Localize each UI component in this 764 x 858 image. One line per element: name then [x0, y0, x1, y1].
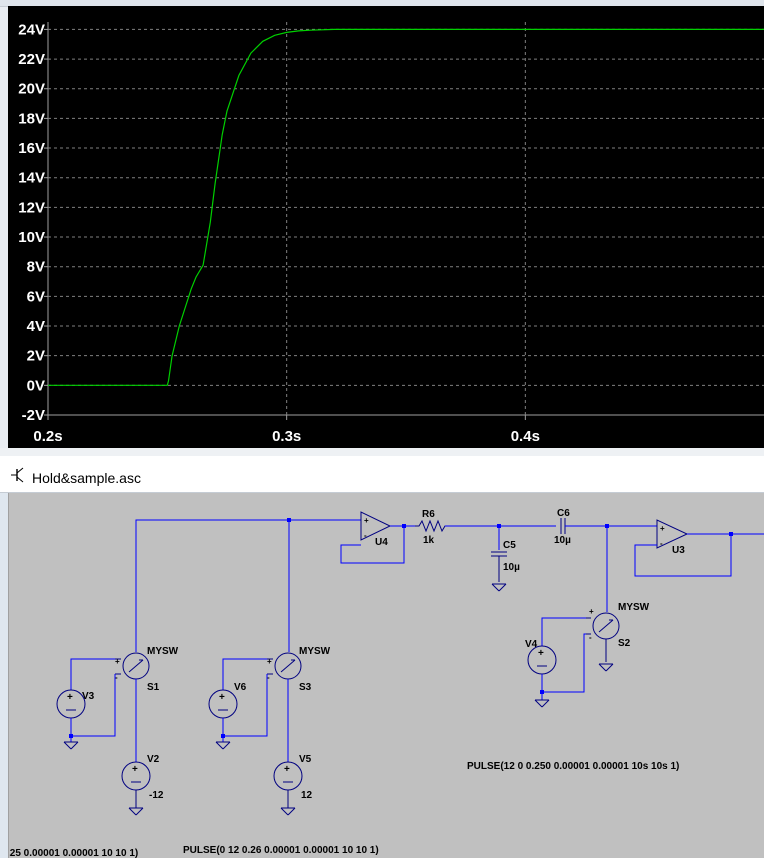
svg-text:-: - — [364, 531, 367, 540]
capacitor-c6[interactable]: C6 10µ — [554, 508, 571, 546]
y-tick-label: 4V — [27, 318, 45, 335]
x-tick-label: 0.2s — [33, 428, 62, 445]
svg-text:+: + — [132, 764, 138, 775]
switch-s1[interactable]: + - MYSW S1 — [115, 646, 179, 762]
v2-label: V2 — [147, 754, 160, 765]
u4-label: U4 — [375, 537, 388, 548]
r6-value: 1k — [423, 535, 435, 546]
source-v4[interactable]: + V4 — [525, 639, 557, 708]
s3-model: MYSW — [299, 646, 331, 657]
svg-text:+: + — [589, 607, 594, 616]
schematic-titlebar[interactable]: Hold&sample.asc — [0, 456, 764, 493]
v4-label: V4 — [525, 639, 538, 650]
pulse-directive-v3[interactable]: .25 0.00001 0.00001 10 10 1) — [8, 848, 138, 858]
pulse-directive-v6[interactable]: PULSE(0 12 0.26 0.00001 0.00001 10 10 1) — [183, 845, 379, 856]
v3-label: V3 — [82, 691, 95, 702]
svg-text:+: + — [267, 657, 272, 666]
y-tick-label: 6V — [27, 288, 45, 305]
s2-label: S2 — [618, 638, 631, 649]
c6-label: C6 — [557, 508, 570, 519]
y-tick-label: 10V — [18, 229, 45, 246]
source-v2[interactable]: + V2 -12 — [121, 754, 164, 816]
switch-s2[interactable]: + - MYSW S2 — [586, 602, 650, 672]
schematic-icon — [11, 467, 24, 483]
v6-label: V6 — [234, 682, 247, 693]
source-v3[interactable]: + V3 — [56, 689, 95, 750]
opamp-u4[interactable]: + - U4 — [360, 511, 392, 548]
c5-value: 10µ — [503, 562, 520, 573]
y-tick-label: 22V — [18, 51, 45, 68]
y-tick-label: 18V — [18, 110, 45, 127]
schematic-title: Hold&sample.asc — [32, 470, 141, 486]
window-separator — [0, 448, 764, 456]
v5-label: V5 — [299, 754, 312, 765]
capacitor-c5[interactable]: C5 10µ — [491, 526, 520, 592]
y-tick-label: 14V — [18, 170, 45, 187]
u3-label: U3 — [672, 545, 685, 556]
svg-text:-: - — [589, 633, 592, 642]
source-v6[interactable]: + V6 — [208, 682, 247, 750]
r6-label: R6 — [422, 509, 435, 520]
y-tick-label: 12V — [18, 199, 45, 216]
y-tick-label: 8V — [27, 259, 45, 276]
source-v5[interactable]: + V5 12 — [273, 754, 313, 816]
y-tick-label: -2V — [22, 407, 45, 424]
v2-value: -12 — [149, 790, 164, 801]
waveform-window: -2V 0V 2V 4V 6V 8V 10V 12V 14V 16V 18V 20V 22V 24V 0.… — [0, 0, 764, 448]
s1-model: MYSW — [147, 646, 179, 657]
resistor-r6[interactable]: R6 1k — [415, 509, 459, 546]
svg-text:+: + — [115, 657, 120, 666]
x-tick-label: 0.4s — [511, 428, 540, 445]
s2-model: MYSW — [618, 602, 650, 613]
y-tick-label: 16V — [18, 140, 45, 157]
y-tick-label: 0V — [27, 377, 45, 394]
svg-text:-: - — [660, 539, 663, 548]
y-tick-label: 20V — [18, 81, 45, 98]
svg-text:+: + — [660, 524, 665, 533]
x-tick-label: 0.3s — [272, 428, 301, 445]
schematic-window: Hold&sample.asc + - U4 R6 1k C5 10µ C6 1… — [0, 456, 764, 858]
y-tick-label: 24V — [18, 21, 45, 38]
switch-s3[interactable]: + - MYSW S3 — [267, 646, 331, 762]
pulse-directive-v4[interactable]: PULSE(12 0 0.250 0.00001 0.00001 10s 10s… — [467, 761, 679, 772]
schematic-drawing: + - U4 R6 1k C5 10µ C6 10µ + - U3 + - MY… — [8, 508, 764, 858]
svg-text:+: + — [364, 516, 369, 525]
svg-text:+: + — [284, 764, 290, 775]
s3-label: S3 — [299, 682, 312, 693]
schematic-canvas[interactable]: + - U4 R6 1k C5 10µ C6 10µ + - U3 + - MY… — [8, 493, 764, 858]
svg-text:+: + — [67, 692, 73, 703]
waveform-chart[interactable]: -2V 0V 2V 4V 6V 8V 10V 12V 14V 16V 18V 20V 22V 24V 0.… — [8, 6, 764, 448]
v5-value: 12 — [301, 790, 313, 801]
y-tick-label: 2V — [27, 348, 45, 365]
opamp-u3[interactable]: + - U3 — [656, 519, 689, 556]
c5-label: C5 — [503, 540, 516, 551]
svg-text:+: + — [219, 692, 225, 703]
s1-label: S1 — [147, 682, 160, 693]
svg-text:+: + — [538, 648, 544, 659]
c6-value: 10µ — [554, 535, 571, 546]
